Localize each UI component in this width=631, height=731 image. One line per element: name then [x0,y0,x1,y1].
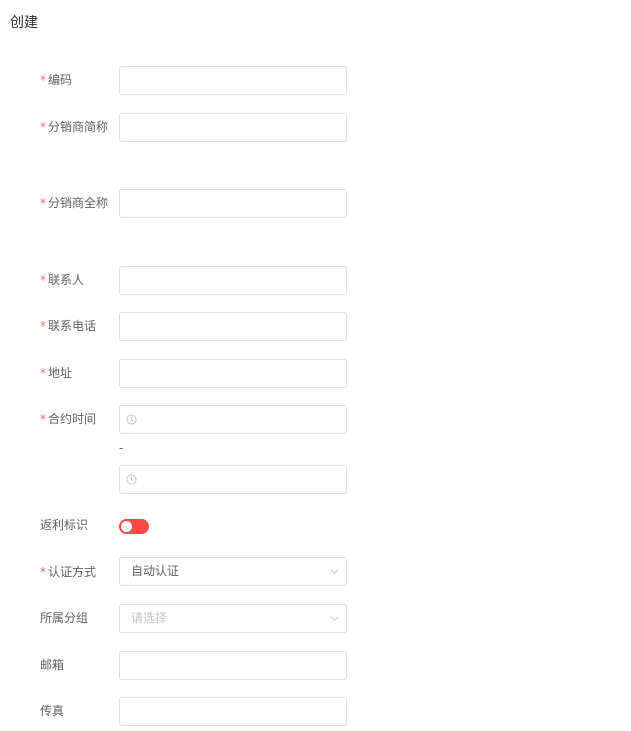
full-name-input[interactable] [119,189,347,218]
rebate-label: 返利标识 [40,518,89,532]
group-label: 所属分组 [40,611,89,625]
clock-icon [126,474,137,485]
auth-method-select[interactable]: 自动认证 [119,557,347,586]
date-range-separator: - [119,441,124,455]
auth-method-value: 自动认证 [131,564,180,578]
phone-label: * 联系电话 [40,319,97,333]
chevron-down-icon [330,616,339,621]
required-star: * [40,366,46,380]
switch-knob [121,521,132,532]
required-star: * [40,196,46,210]
required-star: * [40,120,46,134]
short-name-label: * 分销商简称 [40,120,109,134]
page-title: 创建 [10,15,38,31]
contract-start-input[interactable] [119,405,347,434]
contact-label: * 联系人 [40,273,85,287]
clock-icon [126,414,137,425]
group-select[interactable]: 请选择 [119,604,347,633]
group-placeholder: 请选择 [131,611,168,625]
phone-input[interactable] [119,312,347,341]
short-name-input[interactable] [119,113,347,142]
code-input[interactable] [119,66,347,95]
fax-input[interactable] [119,697,347,726]
address-input[interactable] [119,359,347,388]
contract-end-input[interactable] [119,465,347,494]
required-star: * [40,319,46,333]
rebate-switch[interactable] [119,519,149,534]
auth-method-label: * 认证方式 [40,565,97,579]
address-label: * 地址 [40,366,73,380]
required-star: * [40,273,46,287]
code-label: * 编码 [40,73,73,87]
contract-time-label: * 合约时间 [40,412,97,426]
required-star: * [40,412,46,426]
fax-label: 传真 [40,704,65,718]
email-label: 邮箱 [40,658,65,672]
contact-input[interactable] [119,266,347,295]
required-star: * [40,73,46,87]
full-name-label: * 分销商全称 [40,196,109,210]
email-input[interactable] [119,651,347,680]
required-star: * [40,565,46,579]
chevron-down-icon [330,569,339,574]
